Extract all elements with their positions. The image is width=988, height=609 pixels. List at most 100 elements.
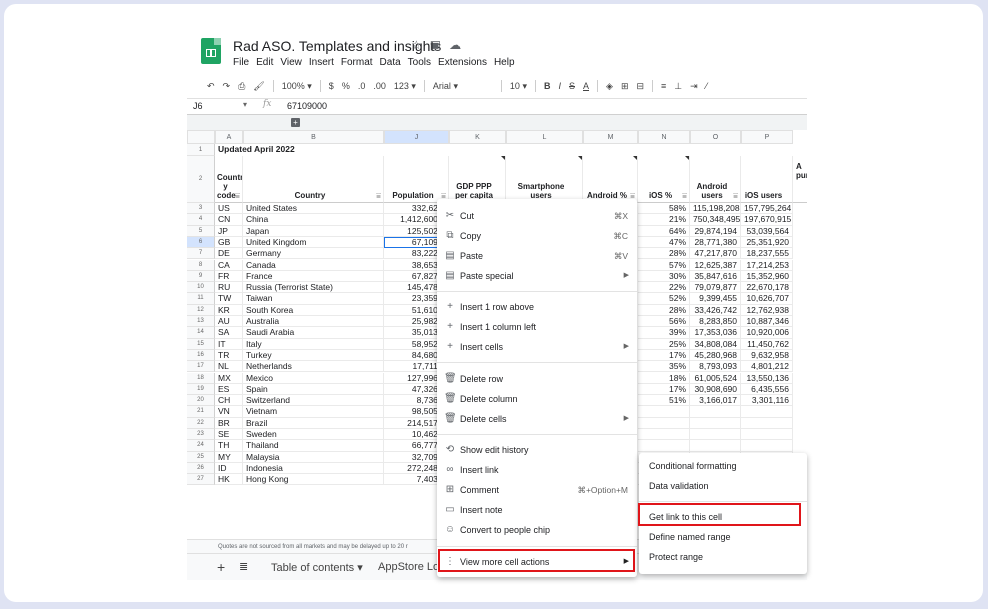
row-header[interactable]: 15	[187, 338, 215, 350]
ios-share-cell[interactable]: 35%	[638, 361, 690, 373]
column-header-K[interactable]: K	[449, 130, 506, 144]
ios-share-cell[interactable]: 58%	[638, 203, 690, 215]
column-header-P[interactable]: P	[741, 130, 793, 144]
percent-button[interactable]: %	[342, 81, 350, 91]
menu-item-insert-note[interactable]: ▭ Insert note	[437, 500, 637, 520]
country-code-cell[interactable]: GB	[215, 236, 243, 249]
ios-users-cell[interactable]: 4,801,212	[741, 361, 793, 373]
column-heading-n[interactable]: iOS % ⩸	[638, 156, 690, 203]
country-cell[interactable]: Russia (Terrorist State)	[243, 282, 384, 294]
menu-item-delete-cells[interactable]: 🗑 Delete cells ▶	[437, 409, 637, 429]
country-code-cell[interactable]: ID	[215, 462, 243, 475]
star-icon[interactable]: ☆	[411, 38, 422, 52]
ios-share-cell[interactable]: 39%	[638, 327, 690, 339]
android-users-cell[interactable]: 47,217,870	[690, 248, 741, 260]
row-header[interactable]: 9	[187, 270, 215, 283]
ios-share-cell[interactable]: 25%	[638, 338, 690, 350]
country-code-cell[interactable]: AU	[215, 316, 243, 328]
country-code-cell[interactable]: TR	[215, 349, 243, 362]
cloud-status-icon[interactable]: ☁	[449, 38, 461, 52]
country-cell[interactable]: Italy	[243, 338, 384, 350]
menu-edit[interactable]: Edit	[256, 57, 273, 68]
italic-button[interactable]: I	[558, 81, 561, 91]
ios-share-cell[interactable]	[638, 429, 690, 441]
formula-input[interactable]: 67109000	[287, 101, 327, 111]
android-users-cell[interactable]: 115,198,208	[690, 203, 741, 215]
row-header[interactable]: 22	[187, 417, 215, 429]
add-sheet-icon[interactable]: +	[217, 559, 225, 575]
country-cell[interactable]: France	[243, 270, 384, 283]
android-users-cell[interactable]: 8,283,850	[690, 316, 741, 328]
android-users-cell[interactable]: 17,353,036	[690, 327, 741, 339]
ios-share-cell[interactable]: 56%	[638, 316, 690, 328]
vertical-align-icon[interactable]: ⊥	[674, 81, 682, 92]
country-code-cell[interactable]: CN	[215, 214, 243, 226]
row-header[interactable]: 1	[187, 144, 215, 156]
row-header[interactable]: 12	[187, 304, 215, 316]
ios-users-cell[interactable]: 11,450,762	[741, 338, 793, 350]
ios-users-cell[interactable]: 53,039,564	[741, 225, 793, 237]
country-code-cell[interactable]: MX	[215, 372, 243, 384]
android-users-cell[interactable]: 79,079,877	[690, 282, 741, 294]
sheet-tab-appstore[interactable]: AppStore Loc	[378, 561, 445, 573]
country-cell[interactable]: United States	[243, 203, 384, 215]
android-users-cell[interactable]: 45,280,968	[690, 349, 741, 362]
expand-group-icon[interactable]: +	[291, 118, 300, 127]
country-code-cell[interactable]: TW	[215, 293, 243, 305]
country-cell[interactable]: Indonesia	[243, 462, 384, 475]
row-header[interactable]: 19	[187, 383, 215, 396]
row-header[interactable]: 21	[187, 406, 215, 418]
ios-share-cell[interactable]	[638, 440, 690, 452]
submenu-item-conditional-formatting[interactable]: Conditional formatting	[639, 456, 807, 476]
row-header[interactable]: 18	[187, 372, 215, 384]
country-code-cell[interactable]: KR	[215, 304, 243, 316]
select-all-corner[interactable]	[187, 130, 215, 144]
filter-icon[interactable]: ⩸	[682, 191, 687, 200]
country-cell[interactable]: Thailand	[243, 440, 384, 452]
country-cell[interactable]: South Korea	[243, 304, 384, 316]
fill-color-icon[interactable]: ◈	[606, 81, 613, 92]
ios-users-cell[interactable]: 6,435,556	[741, 383, 793, 396]
ios-users-cell[interactable]	[741, 417, 793, 429]
ios-users-cell[interactable]: 3,301,116	[741, 395, 793, 407]
ios-users-cell[interactable]: 15,352,960	[741, 270, 793, 283]
country-code-cell[interactable]: MY	[215, 451, 243, 463]
column-header-M[interactable]: M	[583, 130, 638, 144]
android-users-cell[interactable]: 34,808,084	[690, 338, 741, 350]
strikethrough-button[interactable]: S	[569, 81, 575, 91]
country-cell[interactable]: Japan	[243, 225, 384, 237]
menu-insert[interactable]: Insert	[309, 57, 334, 68]
android-users-cell[interactable]: 3,166,017	[690, 395, 741, 407]
ios-share-cell[interactable]: 18%	[638, 372, 690, 384]
country-code-cell[interactable]: FR	[215, 270, 243, 283]
country-code-cell[interactable]: US	[215, 203, 243, 215]
ios-share-cell[interactable]: 17%	[638, 349, 690, 362]
column-heading-m[interactable]: Android % ⩸	[583, 156, 638, 203]
android-users-cell[interactable]: 28,771,380	[690, 236, 741, 249]
menu-item-insert-cells[interactable]: + Insert cells ▶	[437, 337, 637, 357]
country-code-cell[interactable]: RU	[215, 282, 243, 294]
column-header-N[interactable]: N	[638, 130, 690, 144]
column-heading-a[interactable]: Countr y code ⩸	[215, 156, 243, 203]
ios-share-cell[interactable]: 57%	[638, 259, 690, 271]
increase-decimal-button[interactable]: .00	[373, 81, 386, 91]
row-header[interactable]: 23	[187, 429, 215, 441]
ios-users-cell[interactable]: 13,550,136	[741, 372, 793, 384]
ios-users-cell[interactable]: 10,887,346	[741, 316, 793, 328]
column-heading-k[interactable]: GDP PPP per capita	[449, 156, 506, 203]
font-select[interactable]: Arial ▾	[433, 81, 493, 92]
country-cell[interactable]: Turkey	[243, 349, 384, 362]
menu-view[interactable]: View	[280, 57, 302, 68]
country-cell[interactable]: Netherlands	[243, 361, 384, 373]
row-header[interactable]: 16	[187, 349, 215, 362]
column-heading-q[interactable]: A pur	[793, 156, 807, 203]
row-header[interactable]: 20	[187, 395, 215, 407]
country-code-cell[interactable]: BR	[215, 417, 243, 429]
ios-share-cell[interactable]: 64%	[638, 225, 690, 237]
country-cell[interactable]: Canada	[243, 259, 384, 271]
paint-format-icon[interactable]: 🖌	[253, 81, 264, 92]
row-header[interactable]: 17	[187, 361, 215, 373]
bold-button[interactable]: B	[544, 81, 551, 91]
submenu-item-protect-range[interactable]: Protect range	[639, 547, 807, 567]
country-cell[interactable]: Malaysia	[243, 451, 384, 463]
